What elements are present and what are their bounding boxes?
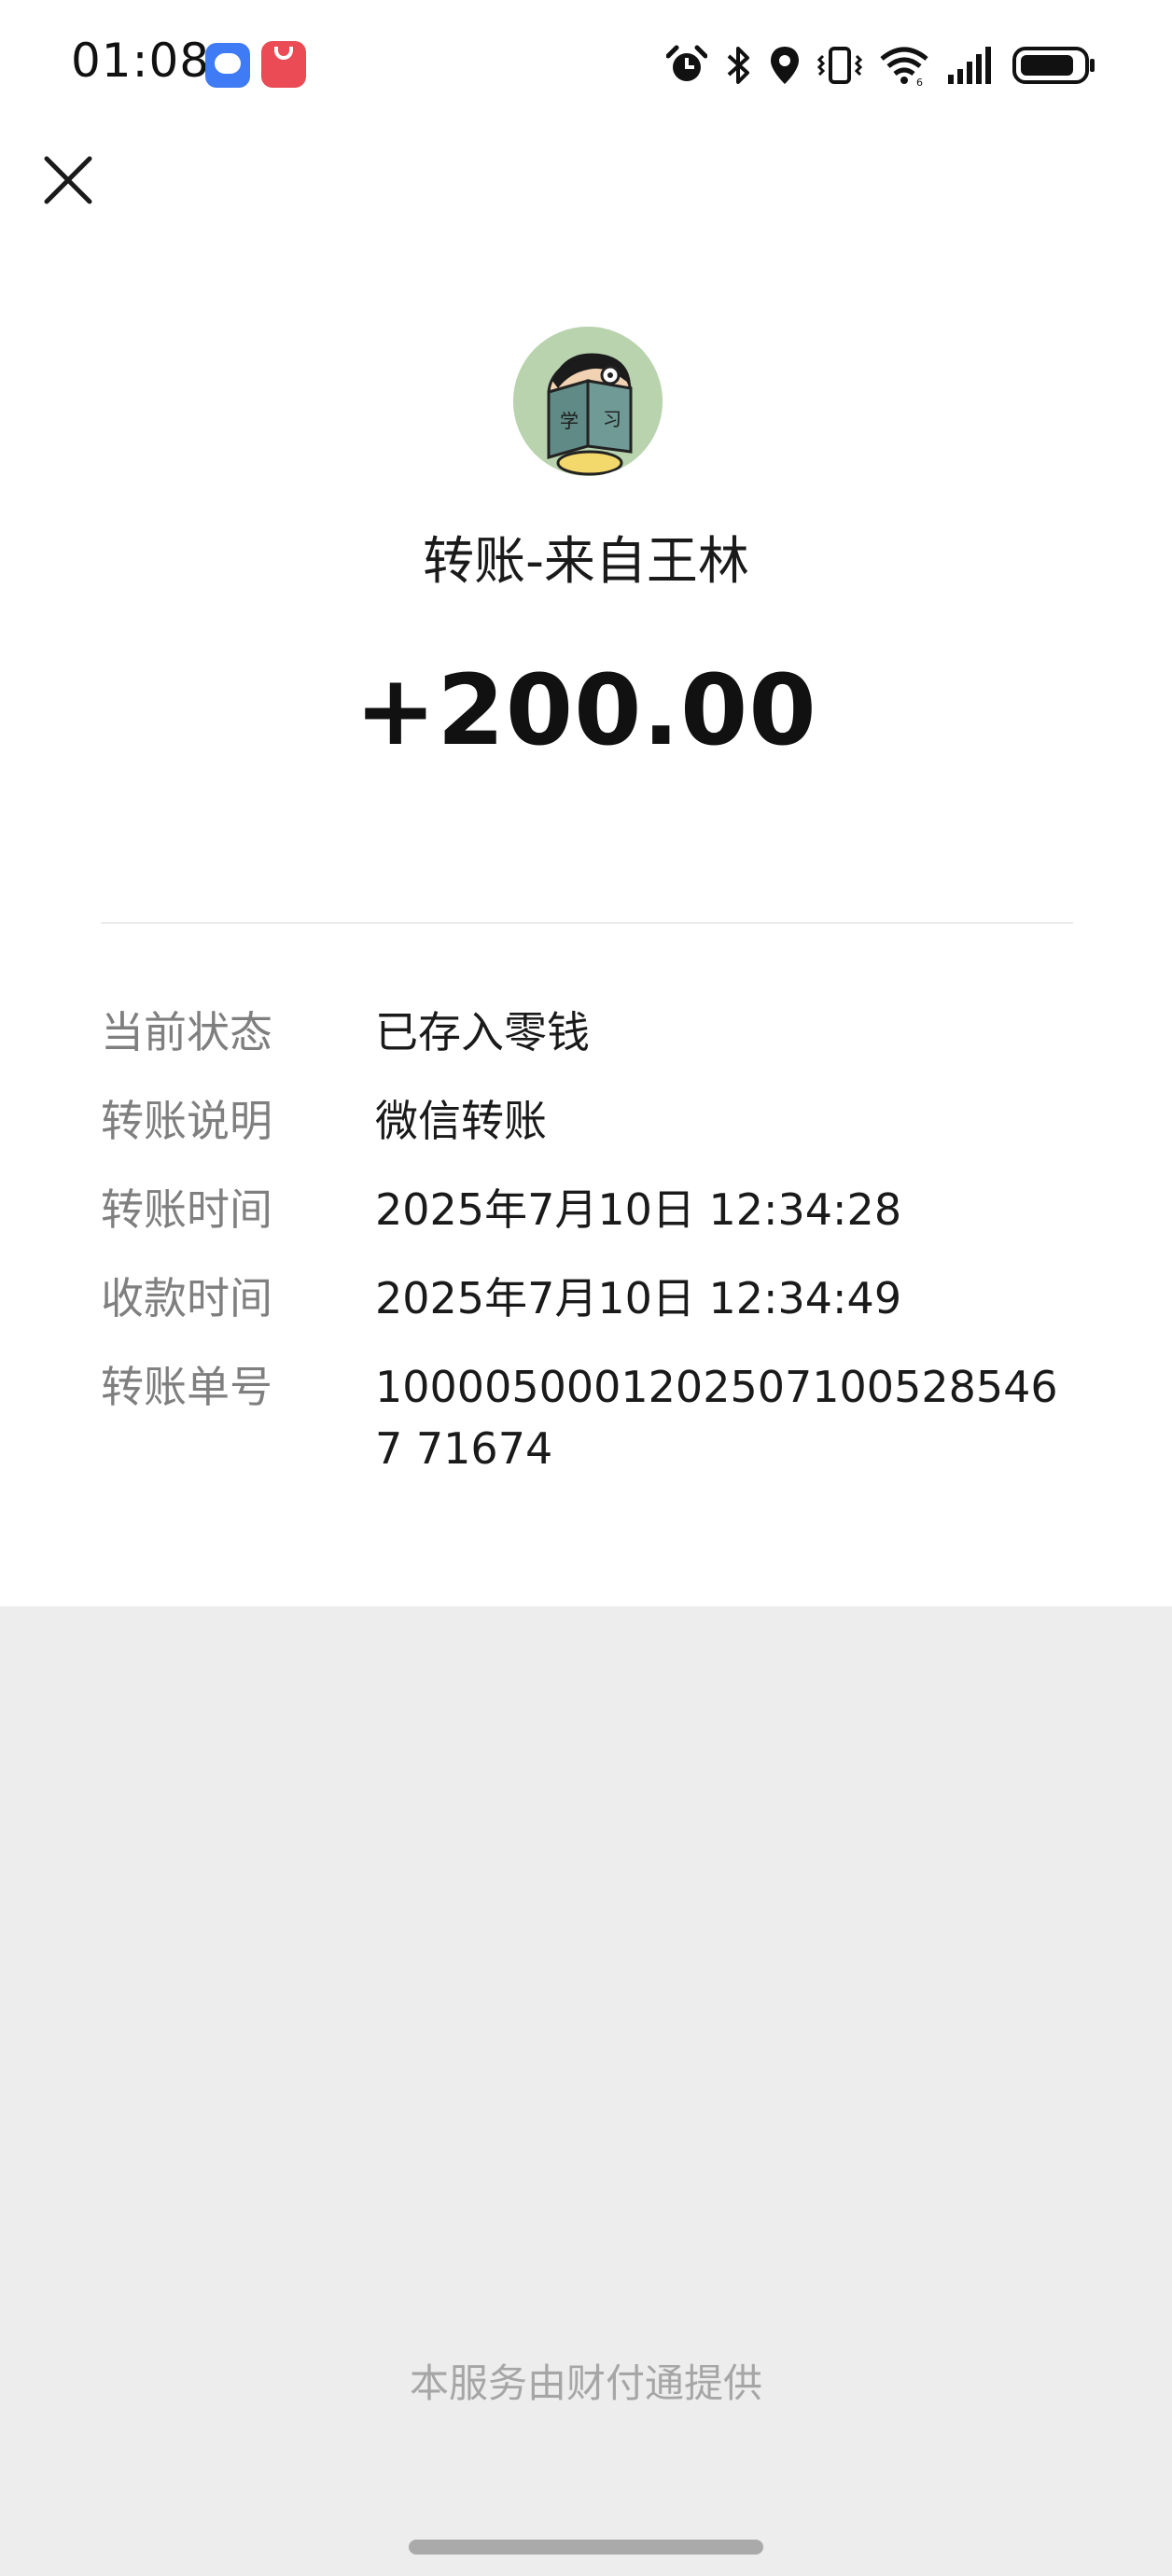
divider — [101, 922, 1073, 924]
battery-icon — [1012, 47, 1095, 84]
app-gallery-icon — [261, 41, 306, 88]
provider-footer: 本服务由财付通提供 — [409, 2360, 762, 2406]
status-time: 01:08 — [71, 34, 211, 88]
bluetooth-icon — [727, 47, 749, 84]
status-bar: 01:08 6 — [0, 0, 1172, 131]
messages-app-icon — [205, 43, 250, 88]
system-status-icons: 6 — [666, 41, 1097, 90]
detail-label: 转账单号 — [101, 1362, 272, 1412]
detail-label: 转账时间 — [101, 1184, 272, 1235]
home-indicator[interactable] — [409, 2540, 763, 2555]
svg-text:6: 6 — [916, 77, 923, 86]
svg-text:习: 习 — [603, 408, 621, 430]
detail-value: 微信转账 — [375, 1096, 547, 1146]
detail-value: 2025年7月10日 12:34:28 — [375, 1184, 902, 1235]
avatar: 学 习 — [513, 327, 663, 476]
signal-icon — [948, 47, 991, 84]
detail-label: 收款时间 — [101, 1273, 272, 1323]
transfer-id-value[interactable]: 10000500012025071005285467 71674 — [375, 1356, 1084, 1479]
wifi-icon: 6 — [880, 47, 928, 86]
svg-text:学: 学 — [560, 410, 579, 432]
close-icon[interactable] — [37, 149, 99, 211]
detail-value: 2025年7月10日 12:34:49 — [375, 1273, 902, 1323]
detail-label: 转账说明 — [101, 1096, 272, 1146]
detail-label: 当前状态 — [101, 1007, 272, 1057]
transfer-amount: +200.00 — [355, 653, 817, 767]
detail-value: 已存入零钱 — [375, 1007, 590, 1057]
location-icon — [771, 47, 799, 84]
vibrate-icon — [817, 47, 862, 84]
alarm-icon — [666, 45, 707, 81]
transfer-title: 转账-来自王林 — [423, 531, 749, 591]
